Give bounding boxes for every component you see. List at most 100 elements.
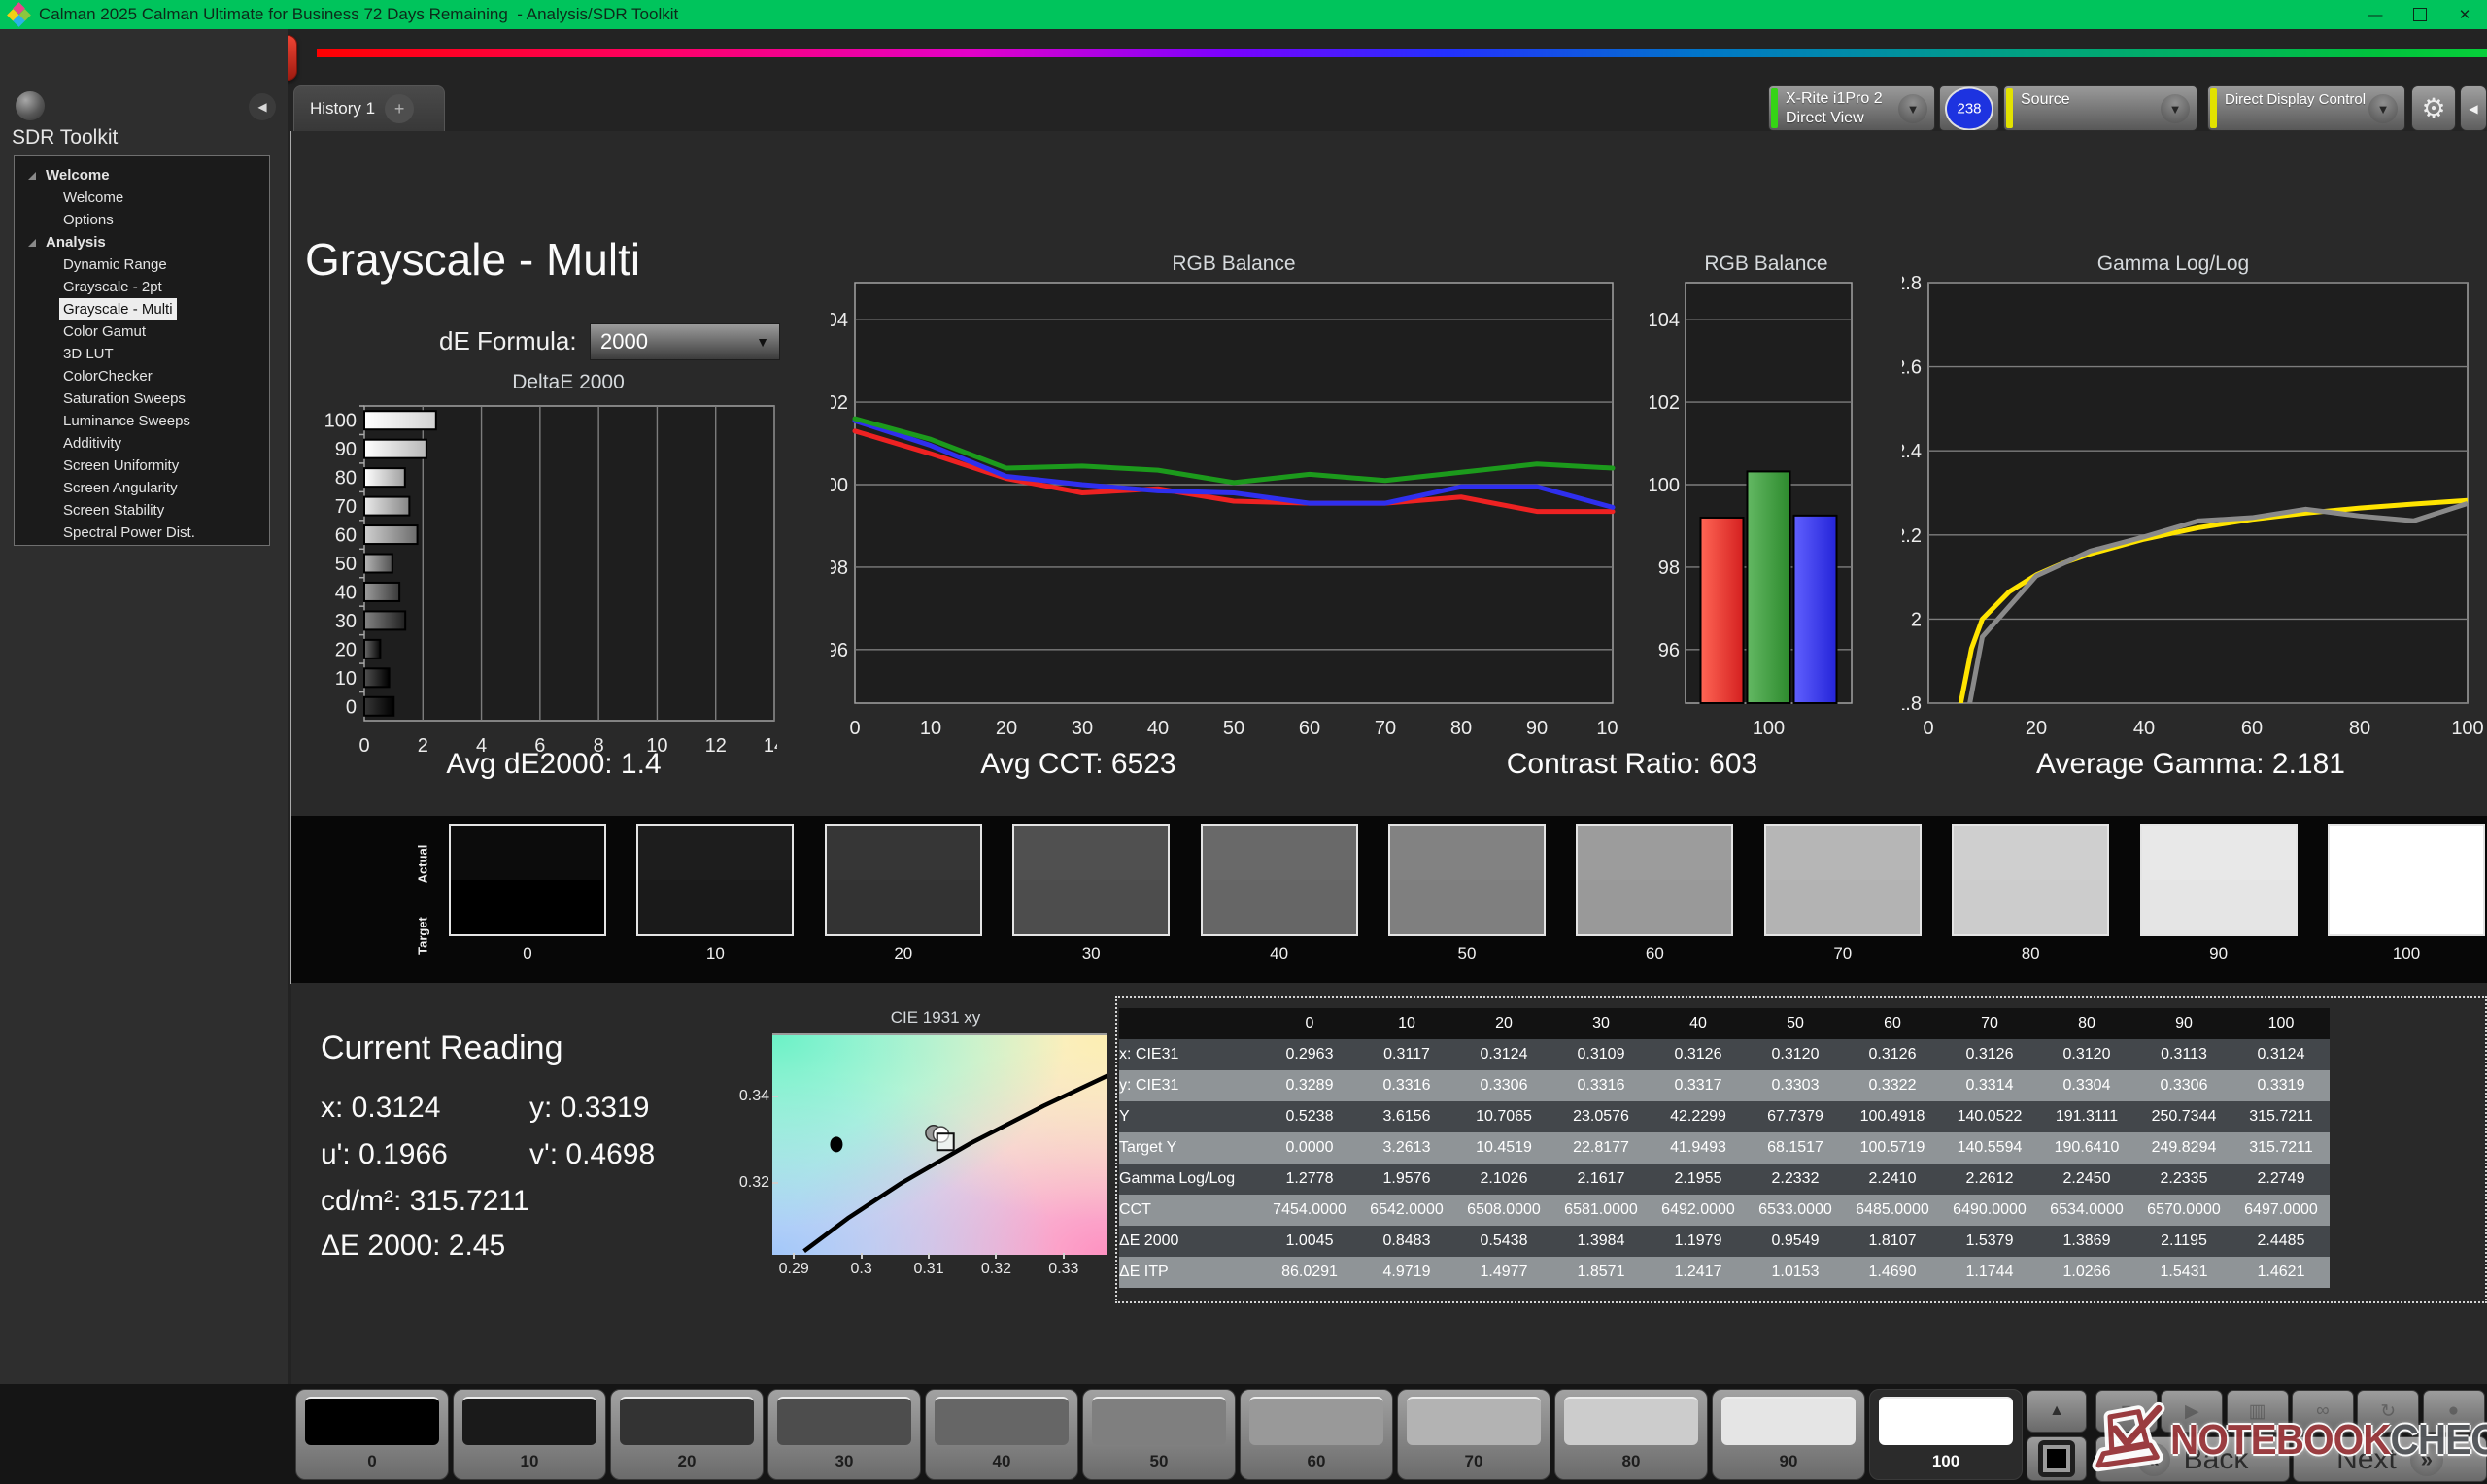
sidebar-item-spectral-power-dist[interactable]: Spectral Power Dist. [15,522,269,544]
level-button-10[interactable]: 10 [453,1389,606,1480]
level-button-50[interactable]: 50 [1082,1389,1236,1480]
table-cell: 1.3984 [1552,1226,1650,1257]
orb-button[interactable] [16,91,45,120]
sidebar-item-dynamic-range[interactable]: Dynamic Range [15,253,269,276]
cie-chart-title: CIE 1931 xy [761,1008,1110,1028]
close-button[interactable]: ✕ [2442,0,2487,29]
svg-text:60: 60 [335,525,357,547]
table-cell: 0.3126 [1941,1039,2038,1070]
toolbar-button-2[interactable]: ▶ [2161,1390,2223,1433]
back-button[interactable]: «Back [2095,1436,2290,1482]
sidebar-item-3d-lut[interactable]: 3D LUT [15,343,269,365]
de-formula-select[interactable]: 2000 ▼ [590,323,780,360]
gray-swatch-20 [825,824,982,936]
table-cell: 0.3317 [1650,1070,1747,1101]
up-arrow-icon: ▲ [2049,1402,2064,1420]
svg-text:2.2: 2.2 [1902,525,1922,547]
next-button[interactable]: Next» [2293,1436,2487,1482]
sidebar-item-saturation-sweeps[interactable]: Saturation Sweeps [15,388,269,410]
measurement-table-region[interactable]: 0102030405060708090100x: CIE310.29630.31… [1115,996,2487,1303]
level-label: 90 [1713,1452,1864,1471]
sidebar-item-grayscale-multi[interactable]: Grayscale - Multi [15,298,269,320]
meter-select[interactable]: X-Rite i1Pro 2 Direct View ▼ [1768,85,1935,131]
rainbow-stripe [317,49,2487,57]
toolbar-button-3[interactable]: ▥ [2227,1390,2289,1433]
level-button-80[interactable]: 80 [1554,1389,1708,1480]
toolbar-button-5[interactable]: ↻ [2357,1390,2419,1433]
sidebar-item-options[interactable]: Options [15,209,269,231]
chevron-down-icon[interactable]: ▼ [1898,94,1927,123]
svg-text:96: 96 [831,640,848,661]
table-cell: 4.9719 [1358,1257,1455,1288]
svg-text:98: 98 [1658,557,1680,579]
tree-expander-icon[interactable] [28,239,36,247]
chevron-left-icon: ◀ [2469,102,2477,116]
reading-line-3-a: ΔE 2000: 2.45 [321,1230,505,1263]
minimize-button[interactable]: — [2353,0,2398,29]
toolbar-button-4[interactable]: ∞ [2292,1390,2354,1433]
level-button-100[interactable]: 100 [1869,1389,2023,1480]
sidebar-item-screen-stability[interactable]: Screen Stability [15,499,269,522]
level-label: 80 [1555,1452,1707,1471]
display-control-select[interactable]: Direct Display Control ▼ [2207,85,2405,131]
sidebar-item-analysis[interactable]: Analysis [15,231,269,253]
cie-ytick-0.32: 0.32 [727,1174,769,1192]
table-header-corner [1119,1008,1261,1039]
table-cell: 6534.0000 [2038,1195,2135,1226]
level-button-40[interactable]: 40 [925,1389,1078,1480]
level-button-20[interactable]: 20 [610,1389,764,1480]
sidebar-item-luminance-sweeps[interactable]: Luminance Sweeps [15,410,269,432]
sidebar-item-screen-uniformity[interactable]: Screen Uniformity [15,455,269,477]
sidebar-item-screen-angularity[interactable]: Screen Angularity [15,477,269,499]
table-cell: 1.9576 [1358,1164,1455,1195]
svg-text:50: 50 [335,554,357,575]
table-cell: 0.3124 [2232,1039,2330,1070]
sidebar-item-additivity[interactable]: Additivity [15,432,269,455]
sidebar-item-welcome[interactable]: Welcome [15,186,269,209]
tree-expander-icon[interactable] [28,172,36,180]
cie-xtick-0.33: 0.33 [1035,1261,1093,1278]
stat-avg-cct: Avg CCT: 6523 [806,748,1350,781]
sidebar-item-colorchecker[interactable]: ColorChecker [15,365,269,388]
panel-collapse-button[interactable]: ◀ [2460,85,2487,131]
toolbar-icon-2: ▶ [2185,1400,2199,1423]
chevron-down-icon[interactable]: ▼ [2161,94,2190,123]
table-cell: 0.3109 [1552,1039,1650,1070]
level-button-90[interactable]: 90 [1712,1389,1865,1480]
source-select[interactable]: Source ▼ [2003,85,2197,131]
table-cell: 2.2612 [1941,1164,2038,1195]
table-cell: 1.2778 [1261,1164,1358,1195]
level-patch [1564,1397,1698,1445]
table-row-label: ΔE ITP [1119,1257,1261,1288]
ramp-label-0: 0 [449,944,606,963]
svg-text:0: 0 [1923,718,1933,739]
meter-count-value: 238 [1945,86,1993,130]
table-cell: 7454.0000 [1261,1195,1358,1226]
table-header-row: 0102030405060708090100 [1119,1008,2330,1039]
sidebar-item-label: Grayscale - Multi [59,298,177,320]
cie-ytick-mark [772,1182,778,1184]
level-button-30[interactable]: 30 [767,1389,921,1480]
sidebar-item-grayscale-2pt[interactable]: Grayscale - 2pt [15,276,269,298]
sidebar-item-color-gamut[interactable]: Color Gamut [15,320,269,343]
svg-text:0: 0 [346,696,357,718]
toolbar-button-6[interactable]: ● [2423,1390,2485,1433]
swatch-actual [1578,826,1731,880]
gray-swatch-60 [1576,824,1733,936]
tab-history-1[interactable]: History 1 + [293,85,445,131]
table-cell: 0.3314 [1941,1070,2038,1101]
maximize-button[interactable] [2398,0,2442,29]
toolbar-button-1[interactable]: ■ [2095,1390,2158,1433]
ramp-label-100: 100 [2328,944,2485,963]
pattern-window-button[interactable] [2027,1436,2087,1481]
level-button-0[interactable]: 0 [295,1389,449,1480]
sidebar-item-welcome[interactable]: Welcome [15,164,269,186]
add-tab-button[interactable]: + [385,94,414,123]
level-button-60[interactable]: 60 [1240,1389,1393,1480]
sidebar-collapse-button[interactable]: ◀ [249,93,276,120]
ramp-label-70: 70 [1764,944,1922,963]
settings-button[interactable]: ⚙ [2411,85,2456,131]
level-button-70[interactable]: 70 [1397,1389,1550,1480]
chevron-down-icon[interactable]: ▼ [2368,94,2398,123]
scroll-up-button[interactable]: ▲ [2027,1390,2087,1433]
